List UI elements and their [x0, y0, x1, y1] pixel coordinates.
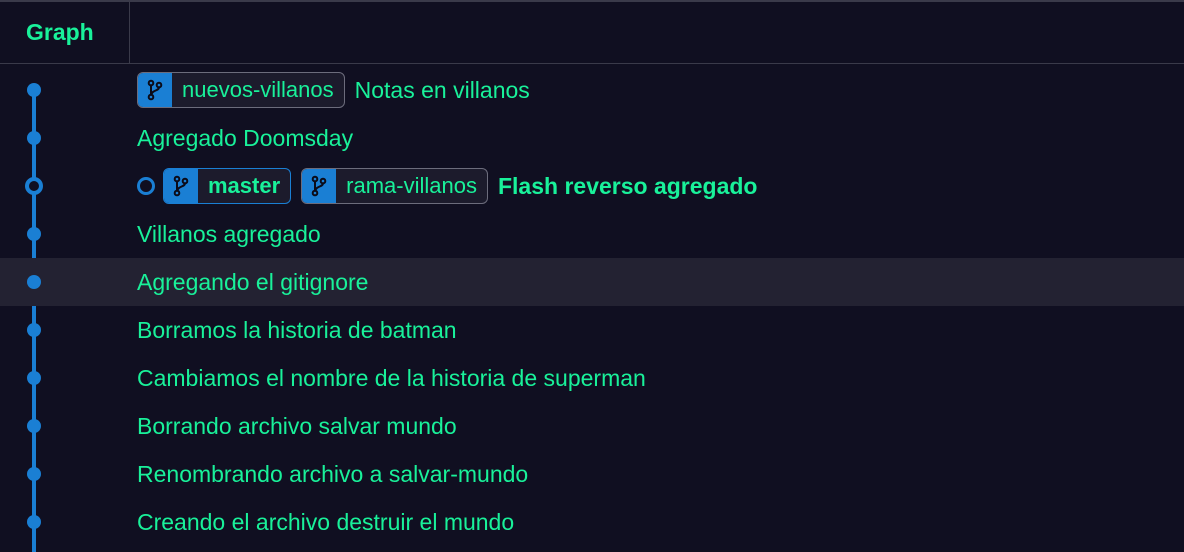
commit-row[interactable]: Cambiamos el nombre de la historia de su… [0, 354, 1184, 402]
commit-row[interactable]: nuevos-villanos Notas en villanos [0, 66, 1184, 114]
commit-message: Villanos agregado [137, 220, 321, 247]
commit-node-icon [27, 467, 41, 481]
branch-badge-label: rama-villanos [346, 173, 477, 198]
git-branch-icon [164, 169, 198, 203]
commit-row[interactable]: Renombrando archivo a salvar-mundo [0, 450, 1184, 498]
commit-message: Agregado Doomsday [137, 124, 354, 151]
commit-row-head[interactable]: master rama-villanos Flash reverso agreg… [0, 162, 1184, 210]
branch-badge-label: master [208, 173, 281, 198]
commit-row[interactable]: Borramos la historia de batman [0, 306, 1184, 354]
commit-node-icon [27, 371, 41, 385]
commit-node-icon [27, 131, 41, 145]
commit-message: Borrando archivo salvar mundo [137, 412, 457, 439]
commit-node-icon [27, 227, 41, 241]
commit-message: Agregando el gitignore [137, 268, 369, 295]
branch-badge-label: nuevos-villanos [182, 77, 334, 102]
commit-message: Notas en villanos [354, 76, 530, 103]
commit-message: Creando el archivo destruir el mundo [137, 508, 515, 535]
graph-column-header[interactable]: Graph [0, 2, 130, 63]
commit-message: Cambiamos el nombre de la historia de su… [137, 364, 646, 391]
head-indicator-icon [137, 177, 155, 195]
commit-row[interactable]: Agregado Doomsday [0, 114, 1184, 162]
commit-node-icon [27, 419, 41, 433]
commit-node-icon [27, 323, 41, 337]
commit-row[interactable]: Borrando archivo salvar mundo [0, 402, 1184, 450]
graph-header: Graph [0, 2, 1184, 64]
git-branch-icon [302, 169, 337, 203]
commit-row[interactable]: Villanos agregado [0, 210, 1184, 258]
branch-badge-nuevos-villanos[interactable]: nuevos-villanos [137, 72, 345, 108]
commit-message: Flash reverso agregado [497, 172, 758, 199]
commit-row[interactable]: Creando el archivo destruir el mundo [0, 498, 1184, 546]
commit-node-icon [27, 515, 41, 529]
commit-message: Borramos la historia de batman [137, 316, 457, 343]
commit-node-icon [27, 275, 41, 289]
commit-message: Renombrando archivo a salvar-mundo [137, 460, 529, 487]
head-commit-node-icon [25, 177, 43, 195]
git-branch-icon [138, 73, 172, 107]
git-graph-panel: Graph nuevos-villanos Notas en villanos … [0, 0, 1184, 552]
commit-row-selected[interactable]: Agregando el gitignore [0, 258, 1184, 306]
branch-badge-rama-villanos[interactable]: rama-villanos [301, 168, 488, 204]
commit-node-icon [27, 83, 41, 97]
branch-badge-master[interactable]: master [163, 168, 292, 204]
